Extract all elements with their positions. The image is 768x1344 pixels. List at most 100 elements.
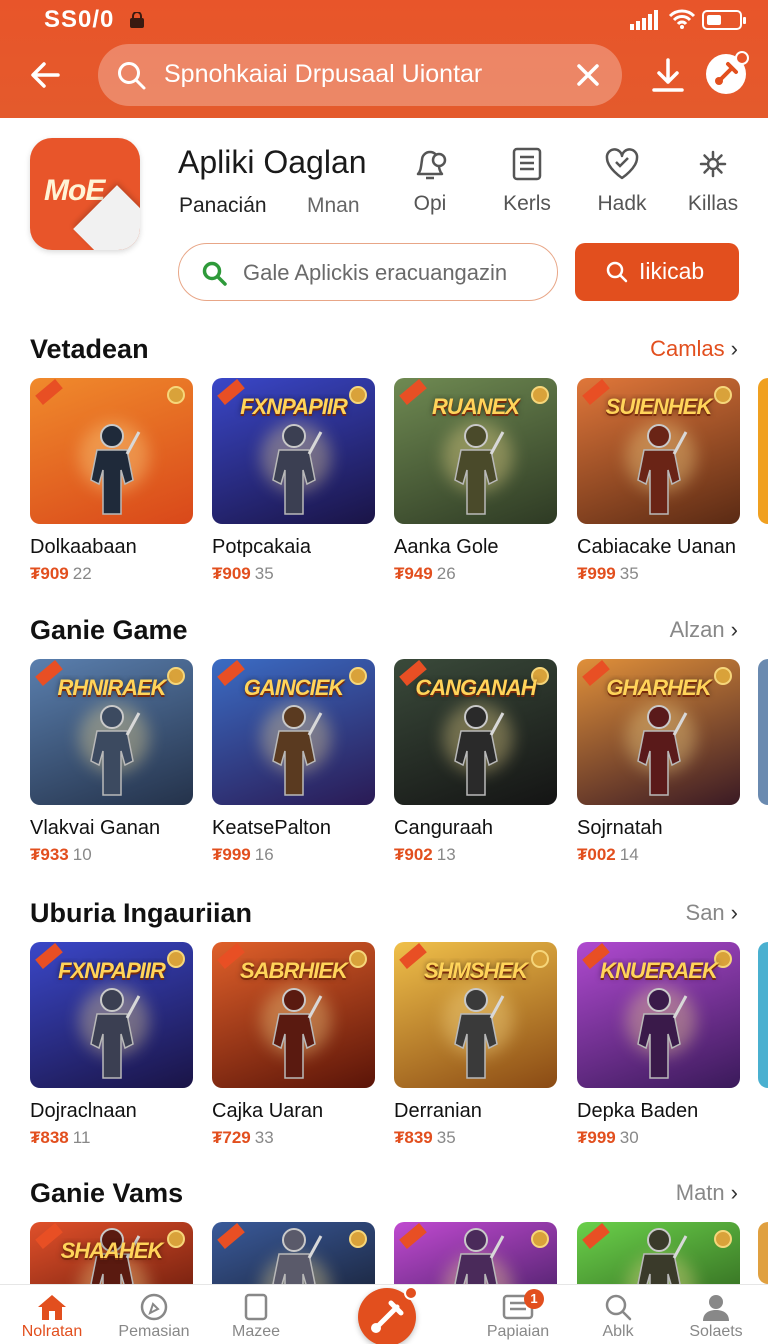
warrior-figure-icon xyxy=(271,705,322,796)
game-logo-text: GHARHEK xyxy=(606,675,711,700)
center-game-button[interactable] xyxy=(358,1286,418,1344)
game-title: Derranian xyxy=(394,1100,482,1122)
ribbon-icon xyxy=(217,1223,245,1249)
warrior-figure-icon xyxy=(453,424,504,515)
quick-action-killas[interactable]: Killas xyxy=(683,146,743,222)
game-meta: ₮909 22 xyxy=(30,564,92,584)
app-search-field[interactable]: Gale Aplickis eracuangazin xyxy=(178,243,558,301)
notification-dot xyxy=(404,1286,418,1300)
section-see-all-link[interactable]: San › xyxy=(686,900,738,926)
download-icon[interactable] xyxy=(648,54,688,96)
chevron-right-icon: › xyxy=(730,336,738,361)
next-card-peek[interactable] xyxy=(758,942,768,1088)
game-card[interactable]: GAINCIEK KeatsePalton ₮999 16 xyxy=(212,659,375,864)
game-thumbnail xyxy=(30,378,193,524)
close-icon[interactable] xyxy=(572,59,604,91)
section-see-all-link[interactable]: Camlas › xyxy=(650,336,738,362)
next-card-peek[interactable] xyxy=(758,378,768,524)
game-card[interactable]: RUANEX Aanka Gole ₮949 26 xyxy=(394,378,557,583)
warrior-figure-icon xyxy=(636,424,687,515)
game-card[interactable]: SABRHIEK Cajka Uaran ₮729 33 xyxy=(212,942,375,1147)
inbox-badge: 1 xyxy=(524,1289,544,1309)
game-logo-text: FXNPAPIIR xyxy=(240,394,348,419)
game-price: ₮902 xyxy=(394,845,433,864)
nav-item-profile[interactable]: Solaets xyxy=(668,1293,764,1344)
see-all-label: Matn xyxy=(675,1180,725,1205)
game-thumbnail: GHARHEK xyxy=(577,659,740,805)
game-title: KeatsePalton xyxy=(212,817,331,839)
top-app-bar: SS0/0 Spnohkaiai Drpusaal Uiontar xyxy=(0,0,768,118)
search-submit-button[interactable]: Iikicab xyxy=(575,243,739,301)
game-price: ₮839 xyxy=(394,1128,433,1147)
search-input[interactable]: Spnohkaiai Drpusaal Uiontar xyxy=(98,44,622,106)
game-card[interactable]: GHARHEK Sojrnatah ₮002 14 xyxy=(577,659,740,864)
quick-action-kerls[interactable]: Kerls xyxy=(497,146,557,222)
ribbon-icon xyxy=(582,1223,610,1249)
game-price: ₮949 xyxy=(394,564,433,583)
nav-item-inbox[interactable]: Papiaian 1 xyxy=(470,1289,566,1344)
back-arrow-icon[interactable] xyxy=(24,54,66,96)
battery-icon xyxy=(702,10,746,30)
chevron-right-icon: › xyxy=(730,1180,738,1205)
game-title: Sojrnatah xyxy=(577,817,663,839)
ribbon-icon xyxy=(35,379,63,405)
app-search-placeholder: Gale Aplickis eracuangazin xyxy=(243,260,508,285)
warrior-figure-icon xyxy=(453,705,504,796)
section-title: Uburia Ingauriian xyxy=(30,898,253,928)
game-section: Uburia Ingauriian San › FXNPAPIIR Dojraclnaa… xyxy=(0,898,768,1147)
nav-item-home[interactable]: Nolratan xyxy=(4,1293,100,1344)
game-card[interactable]: RHNIRAEK Vlakvai Ganan ₮933 10 xyxy=(30,659,193,864)
search-icon xyxy=(118,62,146,90)
quick-action-hadk[interactable]: Hadk xyxy=(592,146,652,222)
ribbon-icon xyxy=(399,1223,427,1249)
game-rating: 30 xyxy=(619,1128,639,1147)
game-price: ₮729 xyxy=(212,1128,251,1147)
quick-action-opi[interactable]: Opi xyxy=(400,146,460,222)
game-card[interactable]: Dolkaabaan ₮909 22 xyxy=(30,378,193,583)
warrior-figure-icon xyxy=(271,988,322,1079)
game-price: ₮999 xyxy=(212,845,251,864)
game-title: Potpcakaia xyxy=(212,536,311,558)
nav-item-explore[interactable]: Pemasian xyxy=(106,1293,202,1344)
game-title: Dojraclnaan xyxy=(30,1100,137,1122)
game-price: ₮909 xyxy=(212,564,251,583)
game-thumbnail: RUANEX xyxy=(394,378,557,524)
game-thumbnail: FXNPAPIIR xyxy=(30,942,193,1088)
game-card[interactable]: KNUERAEK Depka Baden ₮999 30 xyxy=(577,942,740,1147)
game-card[interactable]: FXNPAPIIR Potpcakaia ₮909 35 xyxy=(212,378,375,583)
game-card[interactable]: SHMSHEK Derranian ₮839 35 xyxy=(394,942,557,1147)
game-section: Ganie Game Alzan › RHNIRAEK Vlakvai Ganan ₮93… xyxy=(0,615,768,864)
game-logo-text: SABRHIEK xyxy=(240,958,348,983)
next-card-peek[interactable] xyxy=(758,659,768,805)
next-card-peek[interactable] xyxy=(758,1222,768,1284)
bell-icon xyxy=(416,150,447,180)
game-card[interactable]: FXNPAPIIR Dojraclnaan ₮838 11 xyxy=(30,942,193,1147)
section-see-all-link[interactable]: Matn › xyxy=(676,1180,738,1206)
game-thumbnail: SABRHIEK xyxy=(212,942,375,1088)
game-center-button[interactable] xyxy=(706,51,749,94)
game-card[interactable]: CANGANAH Canguraah ₮902 13 xyxy=(394,659,557,864)
signal-icon xyxy=(630,10,658,30)
section-title: Vetadean xyxy=(30,334,149,364)
warrior-figure-icon xyxy=(636,705,687,796)
game-logo-text: KNUERAEK xyxy=(600,958,718,983)
warrior-figure-icon xyxy=(89,705,140,796)
game-rating: 14 xyxy=(619,845,639,864)
game-rating: 35 xyxy=(254,564,274,583)
game-thumbnail: SUIENHEK xyxy=(577,378,740,524)
game-card[interactable]: SUIENHEK Cabiacake Uanan ₮999 35 xyxy=(577,378,740,583)
game-logo-text: SUIENHEK xyxy=(605,394,713,419)
warrior-figure-icon xyxy=(636,988,687,1079)
search-icon xyxy=(606,261,628,283)
nav-item-search[interactable]: Ablk xyxy=(570,1293,666,1344)
game-rating: 26 xyxy=(436,564,456,583)
game-title: Depka Baden xyxy=(577,1100,699,1122)
section-see-all-link[interactable]: Alzan › xyxy=(670,617,738,643)
game-price: ₮999 xyxy=(577,564,616,583)
lock-icon xyxy=(130,12,144,28)
coin-icon xyxy=(167,386,185,404)
game-meta: ₮839 35 xyxy=(394,1128,456,1148)
status-time: SS0/0 xyxy=(44,6,115,33)
see-all-label: Camlas xyxy=(650,336,725,361)
nav-item-apps[interactable]: Mazee xyxy=(208,1293,304,1344)
